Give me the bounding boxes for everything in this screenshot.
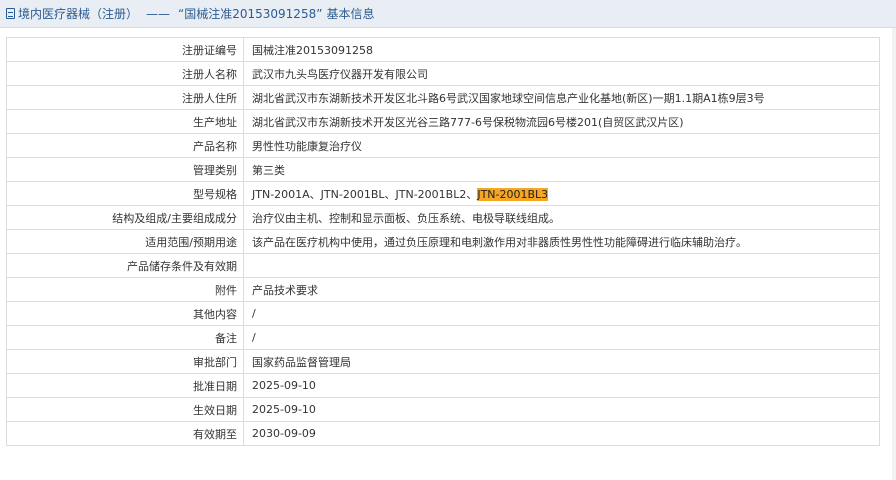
row-value-text: 2025-09-10 [252, 403, 316, 416]
table-row: 型号规格 JTN-2001A、JTN-2001BL、JTN-2001BL2、JTN… [6, 181, 880, 206]
row-value-text: 国家药品监督管理局 [252, 355, 351, 369]
table-row: 结构及组成/主要组成成分 治疗仪由主机、控制和显示面板、负压系统、电极导联线组成。 [6, 205, 880, 230]
row-value: 湖北省武汉市东湖新技术开发区光谷三路777-6号保税物流园6号楼201(自贸区武… [243, 109, 880, 134]
row-value-text: 治疗仪由主机、控制和显示面板、负压系统、电极导联线组成。 [252, 211, 560, 225]
row-value: 国家药品监督管理局 [243, 349, 880, 374]
row-label: 审批部门 [6, 349, 244, 374]
row-value-text: 第三类 [252, 163, 285, 177]
row-label: 有效期至 [6, 421, 244, 446]
row-value: 武汉市九头鸟医疗仪器开发有限公司 [243, 61, 880, 86]
document-icon [6, 8, 15, 19]
highlighted-model: JTN-2001BL3 [477, 187, 549, 201]
row-label: 适用范围/预期用途 [6, 229, 244, 254]
row-value-text: 国械注准20153091258 [252, 43, 373, 57]
row-label: 结构及组成/主要组成成分 [6, 205, 244, 230]
header-title: “国械注准20153091258” [178, 7, 323, 21]
row-value: / [243, 325, 880, 350]
table-row: 注册人住所 湖北省武汉市东湖新技术开发区北斗路6号武汉国家地球空间信息产业化基地(… [6, 85, 880, 110]
row-label: 管理类别 [6, 157, 244, 182]
table-row: 生产地址 湖北省武汉市东湖新技术开发区光谷三路777-6号保税物流园6号楼201(… [6, 109, 880, 134]
row-value-text: 2030-09-09 [252, 427, 316, 440]
table-row: 其他内容 / [6, 301, 880, 326]
row-value: 2025-09-10 [243, 373, 880, 398]
row-value: JTN-2001A、JTN-2001BL、JTN-2001BL2、JTN-200… [243, 181, 880, 206]
row-value: 产品技术要求 [243, 277, 880, 302]
row-value: 第三类 [243, 157, 880, 182]
table-row: 注册证编号 国械注准20153091258 [6, 37, 880, 62]
row-label: 生产地址 [6, 109, 244, 134]
row-label: 其他内容 [6, 301, 244, 326]
info-table: 注册证编号 国械注准20153091258 注册人名称 武汉市九头鸟医疗仪器开发有限公… [6, 37, 880, 446]
header-separator: —— [146, 6, 171, 21]
table-row: 有效期至 2030-09-09 [6, 421, 880, 446]
row-value-text: 产品技术要求 [252, 283, 318, 297]
row-label: 产品名称 [6, 133, 244, 158]
table-row: 管理类别 第三类 [6, 157, 880, 182]
table-row: 生效日期 2025-09-10 [6, 397, 880, 422]
scrollbar-track[interactable] [892, 28, 896, 480]
row-value-text: 湖北省武汉市东湖新技术开发区光谷三路777-6号保税物流园6号楼201(自贸区武… [252, 115, 684, 129]
row-value [243, 253, 880, 278]
row-value-text: 湖北省武汉市东湖新技术开发区北斗路6号武汉国家地球空间信息产业化基地(新区)一期… [252, 91, 765, 105]
page-header: 境内医疗器械（注册） —— “国械注准20153091258” 基本信息 [0, 0, 896, 28]
row-label: 批准日期 [6, 373, 244, 398]
row-label: 备注 [6, 325, 244, 350]
row-value: 湖北省武汉市东湖新技术开发区北斗路6号武汉国家地球空间信息产业化基地(新区)一期… [243, 85, 880, 110]
table-row: 产品名称 男性性功能康复治疗仪 [6, 133, 880, 158]
table-row: 批准日期 2025-09-10 [6, 373, 880, 398]
row-value: 治疗仪由主机、控制和显示面板、负压系统、电极导联线组成。 [243, 205, 880, 230]
row-label: 附件 [6, 277, 244, 302]
row-value-text: 2025-09-10 [252, 379, 316, 392]
row-value-text: 男性性功能康复治疗仪 [252, 139, 362, 153]
row-value: 该产品在医疗机构中使用，通过负压原理和电刺激作用对非器质性男性性功能障碍进行临床… [243, 229, 880, 254]
row-label: 注册人名称 [6, 61, 244, 86]
row-label: 型号规格 [6, 181, 244, 206]
row-value-text: 武汉市九头鸟医疗仪器开发有限公司 [252, 67, 428, 81]
row-label: 注册证编号 [6, 37, 244, 62]
row-label: 产品储存条件及有效期 [6, 253, 244, 278]
row-value: 男性性功能康复治疗仪 [243, 133, 880, 158]
row-value-text: JTN-2001A、JTN-2001BL、JTN-2001BL2、 [252, 187, 478, 201]
table-row: 备注 / [6, 325, 880, 350]
header-category: 境内医疗器械（注册） [18, 7, 139, 21]
table-row: 附件 产品技术要求 [6, 277, 880, 302]
table-row: 适用范围/预期用途 该产品在医疗机构中使用，通过负压原理和电刺激作用对非器质性男性… [6, 229, 880, 254]
row-value: 2030-09-09 [243, 421, 880, 446]
header-title-suffix: 基本信息 [326, 7, 375, 21]
row-value-text: 该产品在医疗机构中使用，通过负压原理和电刺激作用对非器质性男性性功能障碍进行临床… [252, 235, 747, 249]
row-value: 2025-09-10 [243, 397, 880, 422]
row-value-text: / [252, 307, 256, 320]
row-value: 国械注准20153091258 [243, 37, 880, 62]
table-row: 产品储存条件及有效期 [6, 253, 880, 278]
table-row: 注册人名称 武汉市九头鸟医疗仪器开发有限公司 [6, 61, 880, 86]
info-table-container: 注册证编号 国械注准20153091258 注册人名称 武汉市九头鸟医疗仪器开发有限公… [6, 37, 880, 446]
row-label: 注册人住所 [6, 85, 244, 110]
row-label: 生效日期 [6, 397, 244, 422]
table-row: 审批部门 国家药品监督管理局 [6, 349, 880, 374]
row-value: / [243, 301, 880, 326]
row-value-text: / [252, 331, 256, 344]
